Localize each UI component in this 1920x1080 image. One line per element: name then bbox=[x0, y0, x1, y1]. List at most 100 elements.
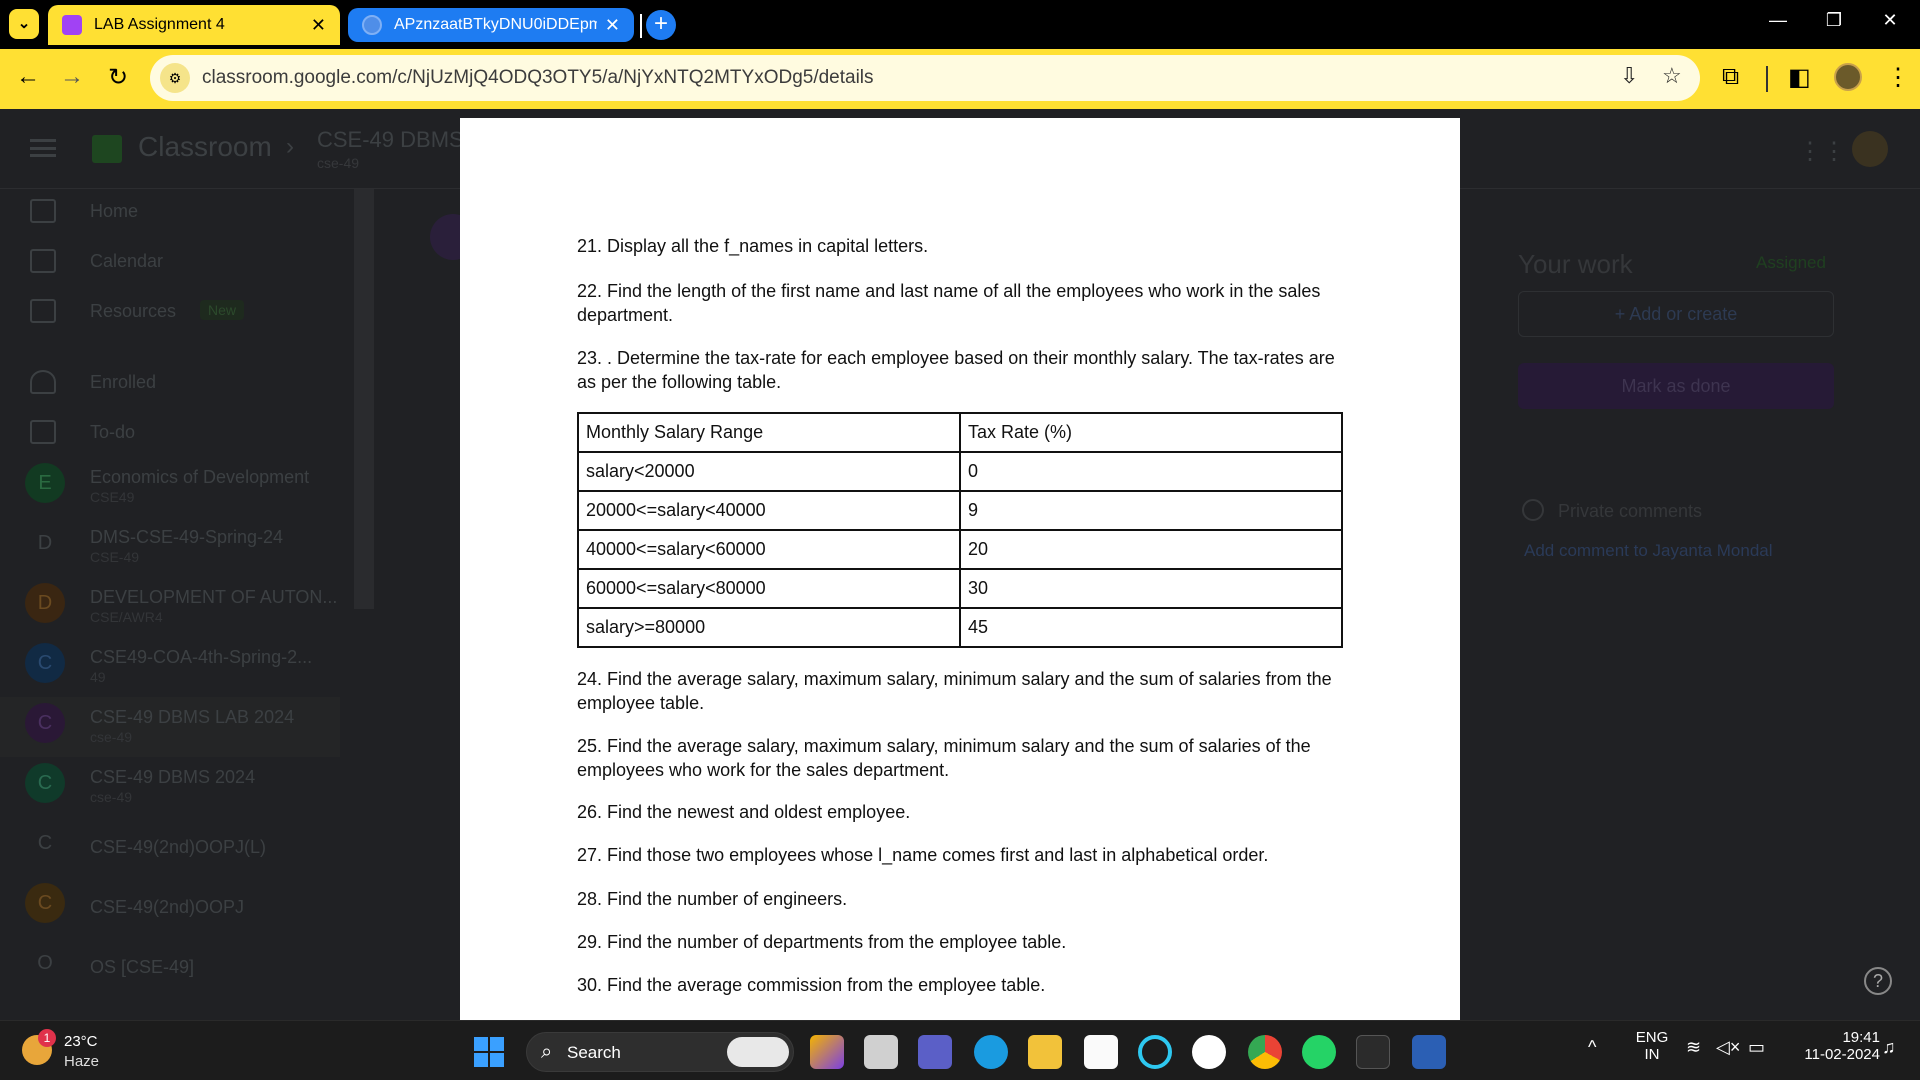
breadcrumb-chevron-icon: › bbox=[286, 133, 294, 160]
tray-chevron-up-icon[interactable]: ^ bbox=[1588, 1037, 1596, 1058]
notifications-bell-icon[interactable]: ♫ bbox=[1882, 1037, 1896, 1058]
wifi-icon[interactable]: ≋ bbox=[1686, 1037, 1701, 1058]
resources-icon bbox=[30, 299, 56, 323]
sidebar-item-enrolled[interactable]: Enrolled bbox=[0, 360, 340, 404]
language-indicator[interactable]: ENG IN bbox=[1632, 1029, 1672, 1063]
sidebar-label: Resources bbox=[90, 301, 177, 321]
class-item[interactable]: O OS [CSE-49] bbox=[0, 937, 340, 997]
sidebar-item-calendar[interactable]: Calendar bbox=[0, 239, 340, 283]
table-row: 20000<=salary<40000 9 bbox=[577, 490, 1343, 531]
class-item[interactable]: D DMS-CSE-49-Spring-24 CSE-49 bbox=[0, 517, 340, 577]
word-icon[interactable] bbox=[1412, 1035, 1446, 1069]
class-item[interactable]: C CSE-49(2nd)OOPJ(L) bbox=[0, 817, 340, 877]
new-tab-plus-icon[interactable]: + bbox=[646, 10, 676, 40]
your-work-title: Your work bbox=[1518, 249, 1633, 279]
sidebar-label: Calendar bbox=[90, 251, 164, 271]
account-avatar[interactable] bbox=[1852, 131, 1888, 167]
main-menu-icon[interactable] bbox=[30, 139, 56, 157]
temperature[interactable]: 23°C bbox=[64, 1033, 98, 1050]
class-item[interactable]: C CSE-49(2nd)OOPJ bbox=[0, 877, 340, 937]
weather-condition[interactable]: Haze bbox=[64, 1053, 99, 1070]
sidebar-item-resources[interactable]: Resources New bbox=[0, 289, 340, 333]
toolbar-separator bbox=[1766, 66, 1768, 92]
class-avatar: E bbox=[25, 463, 65, 503]
bookmark-star-icon[interactable]: ☆ bbox=[1662, 63, 1682, 89]
back-arrow-icon[interactable]: ← bbox=[12, 63, 44, 91]
chrome-icon[interactable] bbox=[1248, 1035, 1282, 1069]
globe-favicon-icon bbox=[362, 15, 382, 35]
file-explorer-icon[interactable] bbox=[1028, 1035, 1062, 1069]
course-title[interactable]: CSE-49 DBMS bbox=[317, 127, 464, 153]
region-code: IN bbox=[1644, 1046, 1660, 1063]
url-text[interactable]: classroom.google.com/c/NjUzMjQ4ODQ3OTY5/… bbox=[202, 67, 874, 89]
time: 19:41 bbox=[1842, 1029, 1880, 1046]
language-code: ENG bbox=[1635, 1029, 1669, 1046]
close-tab-icon[interactable]: ✕ bbox=[605, 15, 620, 36]
class-item[interactable]: E Economics of Development CSE49 bbox=[0, 457, 340, 517]
question-text: 24. Find the average salary, maximum sal… bbox=[577, 669, 1332, 713]
notification-badge: 1 bbox=[38, 1029, 56, 1047]
microsoft-store-icon[interactable] bbox=[1084, 1035, 1118, 1069]
mark-as-done-button[interactable]: Mark as done bbox=[1518, 363, 1834, 409]
document-viewer: 21. Display all the f_names in capital l… bbox=[460, 118, 1460, 1020]
side-panel-icon[interactable]: ◧ bbox=[1788, 63, 1811, 92]
extensions-puzzle-icon[interactable]: ⧉ bbox=[1722, 63, 1739, 91]
sidebar-scrollbar[interactable] bbox=[354, 189, 374, 609]
cortana-icon[interactable] bbox=[1138, 1035, 1172, 1069]
class-avatar: D bbox=[25, 583, 65, 623]
classroom-favicon-icon bbox=[62, 15, 82, 35]
calendar-icon bbox=[30, 249, 56, 273]
profile-avatar-icon[interactable] bbox=[1834, 63, 1862, 91]
class-name: CSE-49 DBMS 2024 bbox=[90, 767, 256, 787]
person-icon bbox=[1522, 499, 1544, 521]
minimize-icon[interactable]: — bbox=[1758, 10, 1798, 31]
table-cell: 45 bbox=[959, 607, 1343, 648]
clock[interactable]: 19:41 11-02-2024 bbox=[1780, 1029, 1880, 1063]
table-header-cell: Monthly Salary Range bbox=[577, 412, 961, 453]
copilot-icon[interactable] bbox=[727, 1037, 789, 1067]
class-name: DMS-CSE-49-Spring-24 bbox=[90, 527, 284, 547]
task-view-icon[interactable] bbox=[864, 1035, 898, 1069]
help-icon[interactable]: ? bbox=[1864, 967, 1892, 995]
muted-speaker-icon[interactable]: ◁× bbox=[1716, 1037, 1740, 1058]
close-tab-icon[interactable]: ✕ bbox=[311, 15, 326, 36]
windows-start-icon[interactable] bbox=[474, 1037, 504, 1067]
tab-search-chevron-icon[interactable]: ⌄ bbox=[9, 9, 39, 39]
class-section: CSE49 bbox=[90, 489, 135, 505]
tab-pdf-document[interactable]: APznzaatBTkyDNU0iDDEpm-V ✕ bbox=[348, 8, 634, 42]
question-text: 29. Find the number of departments from … bbox=[577, 932, 1067, 952]
install-app-icon[interactable]: ⇩ bbox=[1620, 63, 1638, 89]
whatsapp-icon[interactable] bbox=[1302, 1035, 1336, 1069]
class-item[interactable]: C CSE-49 DBMS 2024 cse-49 bbox=[0, 757, 340, 817]
close-window-icon[interactable]: ✕ bbox=[1870, 10, 1910, 31]
class-item[interactable]: D DEVELOPMENT OF AUTON... CSE/AWR4 bbox=[0, 577, 340, 637]
address-bar[interactable]: ⚙ classroom.google.com/c/NjUzMjQ4ODQ3OTY… bbox=[150, 55, 1700, 101]
add-comment-link[interactable]: Add comment to Jayanta Mondal bbox=[1524, 541, 1773, 561]
edge-icon[interactable] bbox=[974, 1035, 1008, 1069]
site-info-icon[interactable]: ⚙ bbox=[160, 63, 190, 93]
class-name: CSE49-COA-4th-Spring-2... bbox=[90, 647, 313, 667]
question-text: 23. . Determine the tax-rate for each em… bbox=[577, 348, 1335, 392]
browser-menu-icon[interactable]: ⋮ bbox=[1886, 63, 1910, 92]
class-name: CSE-49 DBMS LAB 2024 bbox=[90, 707, 295, 727]
app-name[interactable]: Classroom bbox=[138, 131, 272, 163]
search-icon: ⌕ bbox=[541, 1041, 553, 1063]
taskbar-search-input[interactable]: ⌕ Search bbox=[526, 1032, 794, 1072]
terminal-icon[interactable] bbox=[1356, 1035, 1390, 1069]
restore-icon[interactable]: ❐ bbox=[1814, 10, 1854, 31]
forward-arrow-icon[interactable]: → bbox=[56, 63, 88, 91]
class-item-selected[interactable]: C CSE-49 DBMS LAB 2024 cse-49 bbox=[0, 697, 340, 757]
teams-icon[interactable] bbox=[918, 1035, 952, 1069]
sidebar-item-home[interactable]: Home bbox=[0, 189, 340, 233]
github-icon[interactable] bbox=[1192, 1035, 1226, 1069]
copilot-app-icon[interactable] bbox=[810, 1035, 844, 1069]
table-header-cell: Tax Rate (%) bbox=[959, 412, 1343, 453]
tab-lab-assignment[interactable]: LAB Assignment 4 ✕ bbox=[48, 5, 340, 45]
class-item[interactable]: C CSE49-COA-4th-Spring-2... 49 bbox=[0, 637, 340, 697]
reload-icon[interactable]: ↻ bbox=[102, 63, 134, 92]
battery-icon[interactable]: ▭ bbox=[1748, 1037, 1765, 1058]
sidebar-item-todo[interactable]: To-do bbox=[0, 410, 340, 454]
class-avatar: C bbox=[25, 883, 65, 923]
add-or-create-button[interactable]: + Add or create bbox=[1518, 291, 1834, 337]
private-comments-title: Private comments bbox=[1558, 501, 1703, 521]
